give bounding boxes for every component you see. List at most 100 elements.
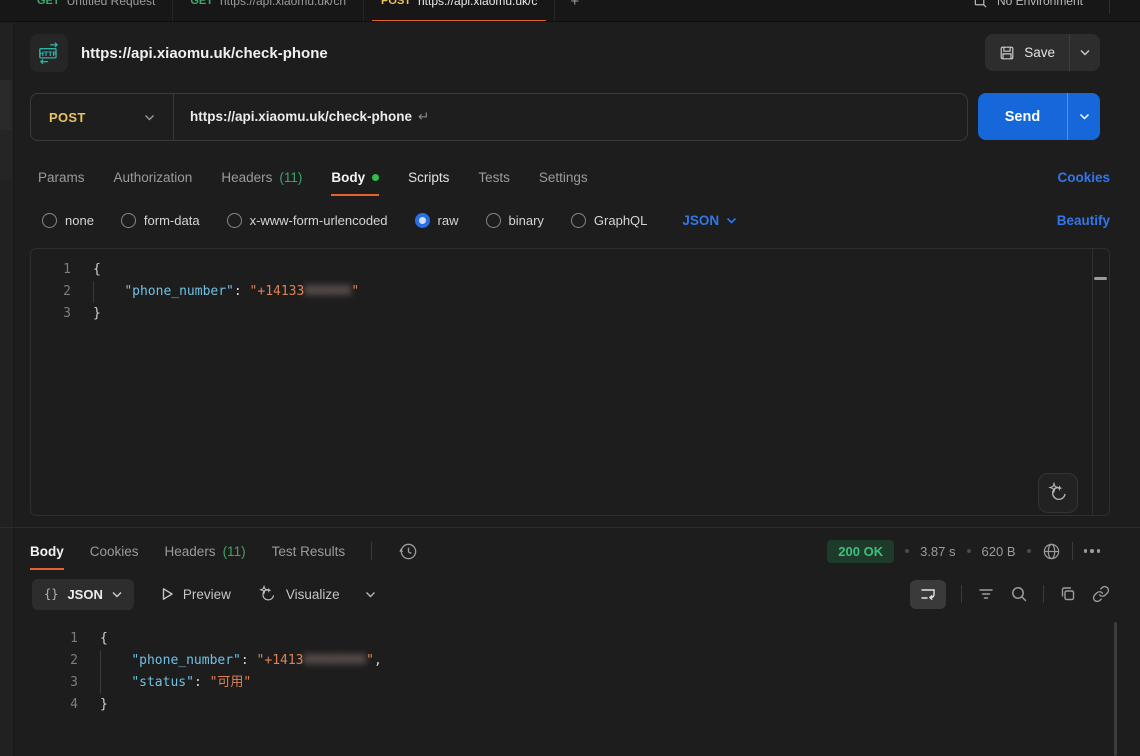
save-dropdown-button[interactable] — [1069, 34, 1100, 71]
globe-icon — [1042, 542, 1061, 561]
response-size[interactable]: 620 B — [982, 544, 1016, 559]
body-type-x-www-form-urlencoded[interactable]: x-www-form-urlencoded — [227, 213, 388, 228]
request-tab[interactable]: POSThttps://api.xiaomu.uk/c — [364, 0, 555, 22]
send-dropdown-button[interactable] — [1067, 93, 1100, 140]
new-tab-button[interactable]: + — [555, 0, 594, 22]
code-token: "+1413 — [257, 653, 304, 668]
tab-scripts[interactable]: Scripts — [408, 158, 449, 196]
indent-guide — [93, 281, 94, 303]
return-symbol: ↵ — [418, 109, 429, 124]
request-body-editor[interactable]: 1{2 "phone_number": "+14133000000"3} — [30, 248, 1110, 516]
chevron-down-icon — [726, 217, 737, 224]
send-button[interactable]: Send — [978, 93, 1067, 140]
visualize-button[interactable]: Visualize — [258, 585, 340, 604]
more-options-button[interactable] — [1084, 549, 1101, 553]
tab-tests[interactable]: Tests — [478, 158, 510, 196]
tab-label: Cookies — [90, 544, 139, 559]
collapsed-sidebar[interactable] — [0, 23, 14, 756]
environment-selector[interactable]: No Environment — [947, 0, 1109, 9]
format-label: JSON — [682, 213, 719, 228]
save-button[interactable]: Save — [985, 34, 1069, 71]
tab-authorization[interactable]: Authorization — [114, 158, 193, 196]
unsaved-dot-icon — [372, 174, 379, 181]
network-button[interactable] — [1042, 542, 1061, 561]
response-tab-test-results[interactable]: Test Results — [272, 532, 346, 570]
tab-params[interactable]: Params — [38, 158, 85, 196]
status-badge[interactable]: 200 OK — [827, 540, 894, 563]
sparkle-circle-icon — [1047, 482, 1069, 504]
request-header: HTTP https://api.xiaomu.uk/check-phone S… — [14, 23, 1140, 83]
code-token — [100, 675, 131, 690]
indent-guide — [100, 650, 101, 672]
code-content: { — [93, 259, 101, 281]
wrap-lines-button[interactable] — [910, 580, 946, 609]
tab-title: Untitled Request — [67, 0, 156, 8]
ellipsis-icon — [1084, 549, 1101, 553]
editor-scroll-thumb[interactable] — [1094, 277, 1107, 280]
code-content: "status": "可用" — [100, 672, 251, 694]
tab-method-label: GET — [190, 0, 213, 7]
response-tabs-divider — [371, 542, 372, 560]
radio-icon — [42, 213, 57, 228]
editor-scroll-gutter[interactable] — [1092, 249, 1109, 515]
line-number: 2 — [30, 650, 78, 672]
chevron-down-icon — [365, 591, 376, 598]
response-tab-body[interactable]: Body — [30, 532, 64, 570]
response-time[interactable]: 3.87 s — [920, 544, 955, 559]
request-tab[interactable]: GEThttps://api.xiaomu.uk/ch — [173, 0, 364, 22]
code-token: , — [374, 653, 382, 668]
response-body-viewer[interactable]: 1{2 "phone_number": "+141300000000",3 "s… — [30, 618, 1090, 716]
format-selector[interactable]: JSON — [682, 213, 737, 228]
tab-count: (11) — [223, 544, 246, 559]
code-content: } — [100, 694, 108, 716]
code-token — [100, 653, 131, 668]
tab-settings[interactable]: Settings — [539, 158, 588, 196]
cookies-link[interactable]: Cookies — [1057, 170, 1110, 185]
tab-label: Scripts — [408, 170, 449, 185]
chevron-down-icon — [112, 591, 122, 598]
body-type-none[interactable]: none — [42, 213, 94, 228]
code-token: { — [100, 631, 108, 646]
link-button[interactable] — [1092, 585, 1110, 603]
response-scroll-thumb[interactable] — [1114, 622, 1117, 756]
body-type-GraphQL[interactable]: GraphQL — [571, 213, 647, 228]
code-content: { — [100, 628, 108, 650]
method-selector[interactable]: POST — [31, 110, 173, 125]
filter-button[interactable] — [977, 585, 995, 603]
tab-headers[interactable]: Headers(11) — [221, 158, 302, 196]
history-button[interactable] — [398, 541, 419, 562]
request-tab[interactable]: GETUntitled Request — [20, 0, 173, 22]
environment-label: No Environment — [997, 0, 1083, 8]
code-token: : — [234, 284, 250, 299]
body-type-raw[interactable]: raw — [415, 213, 459, 228]
search-button[interactable] — [1010, 585, 1028, 603]
chevron-down-icon — [1079, 113, 1090, 120]
postbot-button[interactable] — [1038, 473, 1078, 513]
response-toolbar: {} JSON Preview Visualize — [32, 578, 1110, 610]
history-clock-icon — [398, 541, 419, 562]
radio-label: x-www-form-urlencoded — [250, 213, 388, 228]
response-tab-cookies[interactable]: Cookies — [90, 532, 139, 570]
copy-button[interactable] — [1059, 585, 1077, 603]
body-type-form-data[interactable]: form-data — [121, 213, 200, 228]
svg-text:HTTP: HTTP — [39, 51, 57, 58]
code-line: 4} — [30, 694, 1090, 716]
preview-button[interactable]: Preview — [161, 587, 231, 602]
visualize-dropdown-button[interactable] — [365, 591, 376, 598]
code-line: 2 "phone_number": "+14133000000" — [31, 281, 1109, 303]
code-token: "phone_number" — [124, 284, 234, 299]
indent-guide — [100, 672, 101, 694]
chevron-down-icon — [1080, 49, 1090, 56]
url-input[interactable]: https://api.xiaomu.uk/check-phone↵ — [174, 109, 429, 125]
response-meta: 200 OK 3.87 s 620 B — [827, 534, 1100, 568]
tab-label: Authorization — [114, 170, 193, 185]
beautify-link[interactable]: Beautify — [1057, 213, 1110, 228]
response-tab-headers[interactable]: Headers(11) — [165, 532, 246, 570]
response-section-tabs: Body Cookies Headers(11) Test Results — [30, 534, 419, 568]
response-format-selector[interactable]: {} JSON — [32, 579, 134, 610]
tab-body[interactable]: Body — [331, 158, 379, 196]
radio-icon — [121, 213, 136, 228]
code-line: 1{ — [30, 628, 1090, 650]
tab-method-label: POST — [381, 0, 411, 7]
body-type-binary[interactable]: binary — [486, 213, 544, 228]
